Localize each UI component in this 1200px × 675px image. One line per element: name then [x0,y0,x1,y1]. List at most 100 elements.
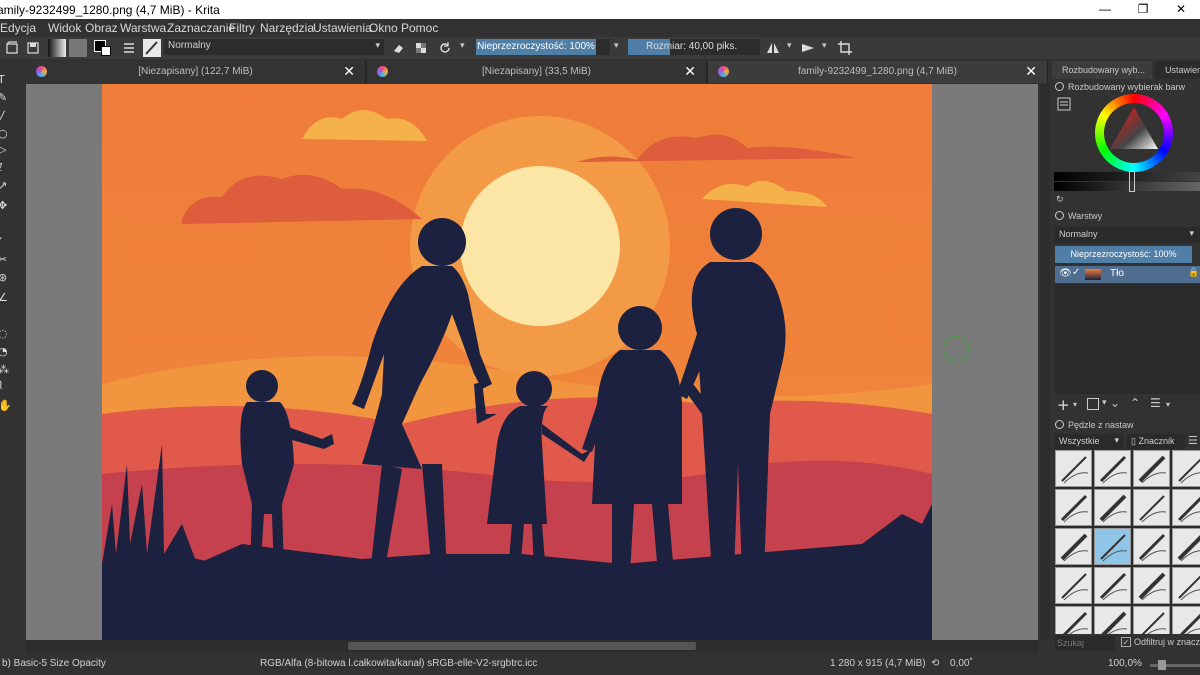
docker-toggle-icon[interactable] [1055,82,1064,91]
properties-dropdown-icon[interactable]: ▾ [1166,400,1170,409]
move-layer-up-icon[interactable]: ⌃ [1130,396,1140,410]
close-tab-icon[interactable]: ✕ [684,64,696,80]
lock-icon[interactable]: 🔒 [1188,268,1199,278]
brush-preset[interactable] [1094,567,1131,604]
crop-icon[interactable] [838,41,852,55]
opacity-dropdown-icon[interactable]: ▾ [614,41,619,51]
calligraphy-tool-icon[interactable]: ✎ [0,91,7,104]
blend-mode-select[interactable]: Normalny ▾ [164,39,384,55]
opacity-slider[interactable]: Nieprzezroczystość: 100% [476,39,596,55]
maximize-button[interactable]: ❐ [1124,0,1162,19]
brush-preset[interactable] [1172,606,1200,634]
brush-tag-select[interactable]: ▯ Znacznik [1127,434,1185,449]
color-menu-icon[interactable] [1057,97,1071,111]
brush-preset[interactable] [1055,528,1092,565]
layer-checkbox-icon[interactable]: ✓ [1072,267,1080,278]
value-slider[interactable] [1054,172,1200,181]
close-tab-icon[interactable]: ✕ [343,64,355,80]
ellipse-tool-icon[interactable]: ○ [0,127,8,140]
brush-presets-grid[interactable] [1055,450,1200,634]
bezier-tool-icon[interactable]: ℓ [0,161,3,174]
gradient-preset-icon[interactable] [48,39,66,57]
layer-opacity-slider[interactable]: Nieprzezroczystość: 100% [1055,246,1192,263]
brush-preset[interactable] [1133,567,1170,604]
save-icon[interactable] [26,41,40,55]
menu-edycja[interactable]: Edycja [0,21,36,35]
visibility-eye-icon[interactable]: 👁 [1059,268,1072,279]
brush-preset[interactable] [1055,606,1092,634]
brush-filter-select[interactable]: Wszystkie ▾ [1055,434,1123,449]
close-window-button[interactable]: ✕ [1162,0,1200,19]
menu-ustawienia[interactable]: Ustawienia [313,21,372,35]
family-sunset-artwork[interactable] [102,84,932,641]
saturation-slider[interactable] [1054,182,1200,191]
menu-pomoc[interactable]: Pomoc [401,21,438,35]
add-layer-dropdown-icon[interactable]: ▾ [1073,400,1077,409]
scroll-thumb[interactable] [348,642,696,650]
reload-preset-icon[interactable] [438,41,452,55]
pattern-preset-icon[interactable] [69,39,87,57]
list-view-icon[interactable]: ☰ [1188,434,1198,447]
refresh-icon[interactable]: ↻ [1056,195,1064,205]
duplicate-layer-icon[interactable] [1087,398,1099,410]
brush-preset[interactable] [1055,450,1092,487]
slider-handle[interactable] [1129,171,1135,192]
color-triangle[interactable] [1104,103,1164,163]
brush-settings-icon[interactable] [122,41,136,55]
magnetic-select-icon[interactable]: ⌇ [0,379,3,392]
text-tool-icon[interactable]: T [0,73,5,86]
layer-row-background[interactable]: 👁 ✓ Tło 🔒 [1055,266,1200,283]
tab-color-selector[interactable]: Rozbudowany wyb... [1052,61,1152,79]
brush-preset[interactable] [1133,489,1170,526]
measure-tool-icon[interactable]: ∠ [0,291,8,304]
tab-settings[interactable]: Ustawien [1155,61,1200,79]
filter-checkbox[interactable]: ✓ [1121,637,1131,647]
menu-filtry[interactable]: Filtry [229,21,255,35]
freehand-select-icon[interactable]: ◔ [0,345,8,358]
size-slider[interactable]: Rozmiar: 40,00 piks. [628,39,760,55]
brush-search-input[interactable]: Szukaj [1055,636,1115,651]
mirror-vertical-icon[interactable] [801,41,815,55]
brush-preset[interactable] [1094,489,1131,526]
similar-select-icon[interactable]: ⁂ [0,363,9,376]
vertical-scrollbar[interactable] [1040,84,1050,640]
brush-preset[interactable] [1172,450,1200,487]
brush-preset-thumb[interactable] [143,39,161,57]
layer-blend-select[interactable]: Normalny ▾ [1055,227,1200,243]
ellipse-select-icon[interactable]: ◌ [0,327,8,340]
brush-preset[interactable] [1094,528,1131,565]
menu-okno[interactable]: Okno [369,21,398,35]
brush-preset[interactable] [1172,528,1200,565]
document-tab-3[interactable]: family-9232499_1280.png (4,7 MiB) ✕ [708,61,1048,83]
brush-preset[interactable] [1055,489,1092,526]
mirror-v-dropdown-icon[interactable]: ▾ [822,41,827,51]
menu-obraz[interactable]: Obraz [85,21,118,35]
alpha-lock-icon[interactable] [414,41,428,55]
brush-preset[interactable] [1172,489,1200,526]
duplicate-dropdown-icon[interactable]: ▾ [1102,398,1107,408]
brush-preset[interactable] [1172,567,1200,604]
brush-preset[interactable] [1133,528,1170,565]
menu-zaznaczanie[interactable]: Zaznaczanie [167,21,235,35]
brush-preset[interactable] [1055,567,1092,604]
assistant-tool-icon[interactable]: ⊛ [0,271,7,284]
brush-preset[interactable] [1133,606,1170,634]
brush-preset[interactable] [1133,450,1170,487]
mirror-horizontal-icon[interactable] [766,41,780,55]
opacity-spin[interactable] [596,39,610,55]
horizontal-scrollbar[interactable] [26,640,1038,652]
minimize-button[interactable]: — [1086,0,1124,19]
move-layer-down-icon[interactable]: ⌄ [1110,396,1120,410]
rotation-icon[interactable]: ⟲ [931,658,939,669]
layer-properties-icon[interactable]: ☰ [1150,396,1161,410]
mirror-h-dropdown-icon[interactable]: ▾ [787,41,792,51]
new-document-icon[interactable] [5,41,19,55]
add-layer-icon[interactable]: + [1057,396,1070,414]
docker-toggle-icon[interactable] [1055,420,1064,429]
brush-preset[interactable] [1094,450,1131,487]
pan-tool-icon[interactable]: ✋ [0,399,12,412]
line-tool-icon[interactable]: ╱ [0,111,5,124]
close-tab-icon[interactable]: ✕ [1025,64,1037,80]
menu-narzedzia[interactable]: Narzędzia [260,21,314,35]
brush-preset[interactable] [1094,606,1131,634]
